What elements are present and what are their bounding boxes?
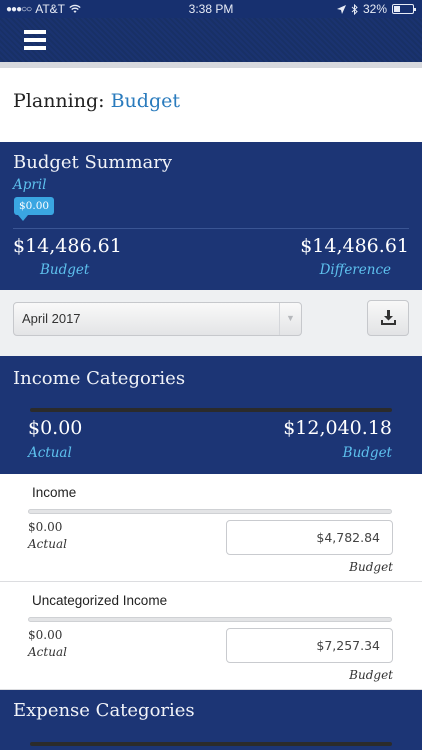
category-card-uncategorized-income: Uncategorized Income $0.00 Actual Budget [0,582,422,690]
expense-categories-header: Expense Categories [0,690,422,750]
category-actual-label: Actual [28,645,67,659]
summary-difference-amount: $14,486.61 [300,235,409,257]
page-title-prefix: Planning: [13,90,105,112]
category-actual-value: $0.00 [28,520,63,534]
summary-difference-label: Difference [319,262,391,278]
summary-budget-label: Budget [40,262,90,278]
location-icon [336,4,346,14]
income-actual-amount: $0.00 [28,417,83,439]
category-actual-value: $0.00 [28,628,63,642]
menu-icon[interactable] [24,30,46,50]
category-budget-input[interactable] [226,628,393,663]
income-actual-label: Actual [28,445,72,461]
category-card-income: Income $0.00 Actual Budget [0,474,422,582]
nav-bar [0,18,422,62]
toolbar: April 2017 ▼ [0,290,422,356]
income-budget-label: Budget [342,445,392,461]
expense-progress-track [30,742,392,746]
bluetooth-icon [351,3,358,15]
category-budget-label: Budget [349,668,393,682]
budget-summary-panel: Budget Summary April $0.00 $14,486.61 Bu… [0,142,422,290]
download-button[interactable] [367,300,409,336]
income-budget-amount: $12,040.18 [283,417,392,439]
category-budget-input[interactable] [226,520,393,555]
chevron-down-icon: ▼ [279,303,301,335]
summary-month: April [13,177,47,193]
category-name: Uncategorized Income [32,593,168,608]
nav-divider [0,62,422,68]
status-bar: ●●●○○ AT&T 3:38 PM 32% [0,0,422,18]
month-select-value: April 2017 [22,311,81,326]
income-progress-track [30,408,392,412]
actual-tooltip-badge: $0.00 [14,197,55,221]
category-progress-bar [28,509,392,514]
income-categories-header: Income Categories $0.00 Actual $12,040.1… [0,356,422,474]
summary-budget-amount: $14,486.61 [13,235,122,257]
category-budget-label: Budget [349,560,393,574]
download-icon [381,310,396,325]
page-title-accent: Budget [110,90,180,112]
category-actual-label: Actual [28,537,67,551]
category-progress-bar [28,617,392,622]
month-select[interactable]: April 2017 ▼ [13,302,302,336]
battery-icon [392,4,416,14]
expense-categories-heading: Expense Categories [13,700,195,721]
category-name: Income [32,485,77,500]
income-categories-heading: Income Categories [13,368,186,389]
summary-divider [13,228,409,229]
budget-summary-heading: Budget Summary [13,152,173,173]
battery-percent: 32% [362,2,387,16]
page-title: Planning: Budget [13,90,180,112]
